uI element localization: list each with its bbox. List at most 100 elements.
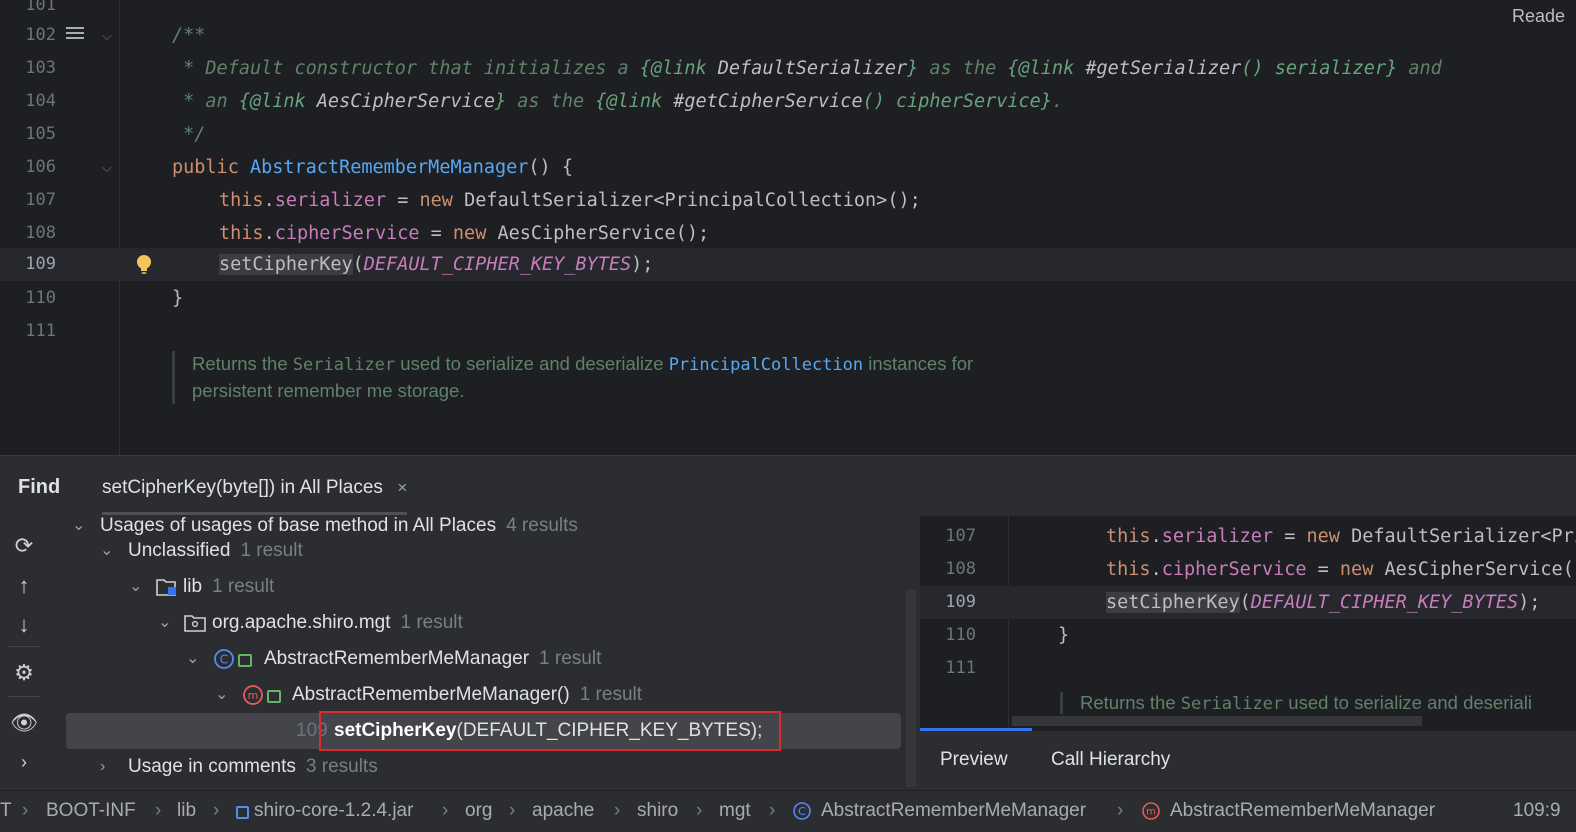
doc-link[interactable]: PrincipalCollection — [669, 355, 863, 375]
breadcrumb-item[interactable]: T — [0, 800, 12, 822]
chevron-down-icon[interactable]: ⌄ — [158, 605, 171, 641]
line-number: 109 — [945, 592, 976, 612]
breadcrumb-separator-icon: › — [213, 800, 220, 821]
find-toolbar: ⟳ ↑ ↓ ⚙ 👁 › — [0, 516, 48, 791]
code-text: public AbstractRememberMeManager() { — [172, 157, 573, 178]
breadcrumb-item[interactable]: AbstractRememberMeManager — [821, 800, 1086, 822]
preview-rendered-doc: Returns the Serializer used to serialize… — [1060, 692, 1532, 714]
breadcrumb-separator-icon: › — [22, 800, 29, 821]
tree-node-class[interactable]: ⌄ C AbstractRememberMeManager 1 result — [50, 641, 906, 677]
chevron-down-icon[interactable]: ⌄ — [129, 569, 142, 605]
close-icon[interactable]: × — [397, 478, 407, 497]
line-number: 111 — [945, 658, 976, 678]
code-line-current[interactable]: 109 setCipherKey(DEFAULT_CIPHER_KEY_BYTE… — [0, 248, 1576, 281]
breadcrumb-item[interactable]: shiro — [637, 800, 678, 822]
line-number: 105 — [25, 124, 56, 144]
public-lock-icon — [267, 690, 281, 703]
code-line[interactable]: 108 this.cipherService = new AesCipherSe… — [0, 217, 1576, 250]
jar-icon — [236, 806, 249, 819]
node-label: AbstractRememberMeManager() 1 result — [292, 684, 643, 705]
code-line[interactable]: 107 this.serializer = new DefaultSeriali… — [0, 184, 1576, 217]
tab-underline — [102, 512, 408, 515]
find-results-tab[interactable]: setCipherKey(byte[]) in All Places × — [86, 466, 423, 515]
preview-eye-icon[interactable]: 👁 — [10, 709, 38, 737]
node-label: org.apache.shiro.mgt 1 result — [212, 612, 463, 633]
preview-line-current: 109 setCipherKey(DEFAULT_CIPHER_KEY_BYTE… — [920, 586, 1576, 619]
preview-pane[interactable]: 107 this.serializer = new DefaultSeriali… — [920, 516, 1576, 731]
line-number: 103 — [25, 58, 56, 78]
line-number: 107 — [945, 526, 976, 546]
rerun-icon[interactable]: ⟳ — [10, 532, 38, 560]
next-occurrence-icon[interactable]: ↓ — [10, 611, 38, 639]
preview-scroll-indicator — [920, 728, 1032, 731]
line-number: 106 — [25, 157, 56, 177]
settings-gear-icon[interactable]: ⚙ — [10, 659, 38, 687]
code-text: setCipherKey(DEFAULT_CIPHER_KEY_BYTES); — [1106, 592, 1541, 613]
lightbulb-icon[interactable] — [136, 254, 152, 276]
code-editor[interactable]: Reade 101 102 ⌵ /** 103 * Default constr… — [0, 0, 1576, 455]
code-text: setCipherKey(DEFAULT_CIPHER_KEY_BYTES); — [219, 254, 654, 275]
line-number: 108 — [25, 223, 56, 243]
breadcrumb-item[interactable]: org — [465, 800, 492, 822]
chevron-right-icon[interactable]: › — [100, 749, 105, 785]
breadcrumb-item[interactable]: AbstractRememberMeManager — [1170, 800, 1435, 822]
breadcrumb-item[interactable]: shiro-core-1.2.4.jar — [254, 800, 413, 822]
code-line[interactable]: 106 ⌵ public AbstractRememberMeManager()… — [0, 151, 1576, 184]
preview-horizontal-scrollbar[interactable] — [1012, 716, 1422, 726]
tool-window-title: Find — [18, 476, 61, 498]
breadcrumb-separator-icon: › — [769, 800, 776, 821]
preview-line: 107 this.serializer = new DefaultSeriali… — [920, 520, 1576, 553]
tab-call-hierarchy[interactable]: Call Hierarchy — [1051, 749, 1170, 771]
method-icon: m — [243, 685, 263, 705]
code-text: * Default constructor that initializes a… — [172, 58, 1442, 79]
rendered-javadoc: Returns the Serializer used to serialize… — [172, 351, 1072, 404]
breadcrumb-item[interactable]: BOOT-INF — [46, 800, 136, 822]
code-line[interactable]: 104 * an {@link AesCipherService} as the… — [0, 85, 1576, 118]
chevron-down-icon[interactable]: ⌄ — [100, 533, 113, 569]
code-text: */ — [172, 124, 206, 145]
tree-node-package[interactable]: ⌄ org.apache.shiro.mgt 1 result — [50, 605, 906, 641]
line-number: 109 — [25, 254, 56, 274]
svg-text:C: C — [220, 653, 228, 667]
chevron-down-icon[interactable]: ⌄ — [186, 641, 199, 677]
tree-node-unclassified[interactable]: ⌄ Unclassified 1 result — [50, 533, 906, 569]
preview-line: 108 this.cipherService = new AesCipherSe… — [920, 553, 1576, 586]
code-line[interactable]: 110 } — [0, 282, 1576, 315]
tab-preview[interactable]: Preview — [940, 749, 1008, 771]
breadcrumb-item[interactable]: apache — [532, 800, 594, 822]
preview-line: 111 — [920, 652, 1576, 685]
breadcrumb-separator-icon: › — [155, 800, 162, 821]
usage-highlight: setCipherKey — [219, 254, 353, 275]
expand-chevron-icon[interactable]: › — [10, 748, 38, 776]
highlight-annotation-box — [319, 711, 781, 751]
code-line[interactable]: 103 * Default constructor that initializ… — [0, 52, 1576, 85]
previous-occurrence-icon[interactable]: ↑ — [10, 572, 38, 600]
class-icon: C — [793, 802, 811, 820]
line-number: 108 — [945, 559, 976, 579]
code-line[interactable]: 105 */ — [0, 118, 1576, 151]
toolbar-separator — [8, 646, 40, 647]
rendered-doc-toggle-icon[interactable] — [66, 27, 84, 43]
node-label: Usage in comments 3 results — [128, 756, 378, 777]
breadcrumb-separator-icon: › — [1117, 800, 1124, 821]
tree-scrollbar[interactable] — [906, 590, 916, 787]
tree-node-lib[interactable]: ⌄ lib 1 result — [50, 569, 906, 605]
fold-chevron-icon[interactable]: ⌵ — [102, 151, 112, 184]
package-folder-icon — [184, 615, 206, 632]
chevron-down-icon[interactable]: ⌄ — [215, 677, 228, 713]
caret-position[interactable]: 109:9 — [1513, 800, 1561, 822]
svg-text:C: C — [798, 805, 806, 818]
tree-node-usage-in-comments[interactable]: › Usage in comments 3 results — [50, 749, 906, 785]
code-line[interactable]: 111 — [0, 315, 1576, 348]
svg-text:m: m — [1146, 807, 1156, 818]
code-line[interactable]: 102 ⌵ /** — [0, 19, 1576, 52]
tree-node-method[interactable]: ⌄ m AbstractRememberMeManager() 1 result — [50, 677, 906, 713]
line-number: 102 — [25, 25, 56, 45]
code-text: } — [172, 288, 184, 309]
line-number: 110 — [25, 288, 56, 308]
fold-chevron-icon[interactable]: ⌵ — [102, 19, 112, 52]
find-header: Find setCipherKey(byte[]) in All Places … — [0, 456, 1576, 516]
breadcrumb-item[interactable]: lib — [177, 800, 196, 822]
line-number: 111 — [25, 321, 56, 341]
breadcrumb-item[interactable]: mgt — [719, 800, 751, 822]
